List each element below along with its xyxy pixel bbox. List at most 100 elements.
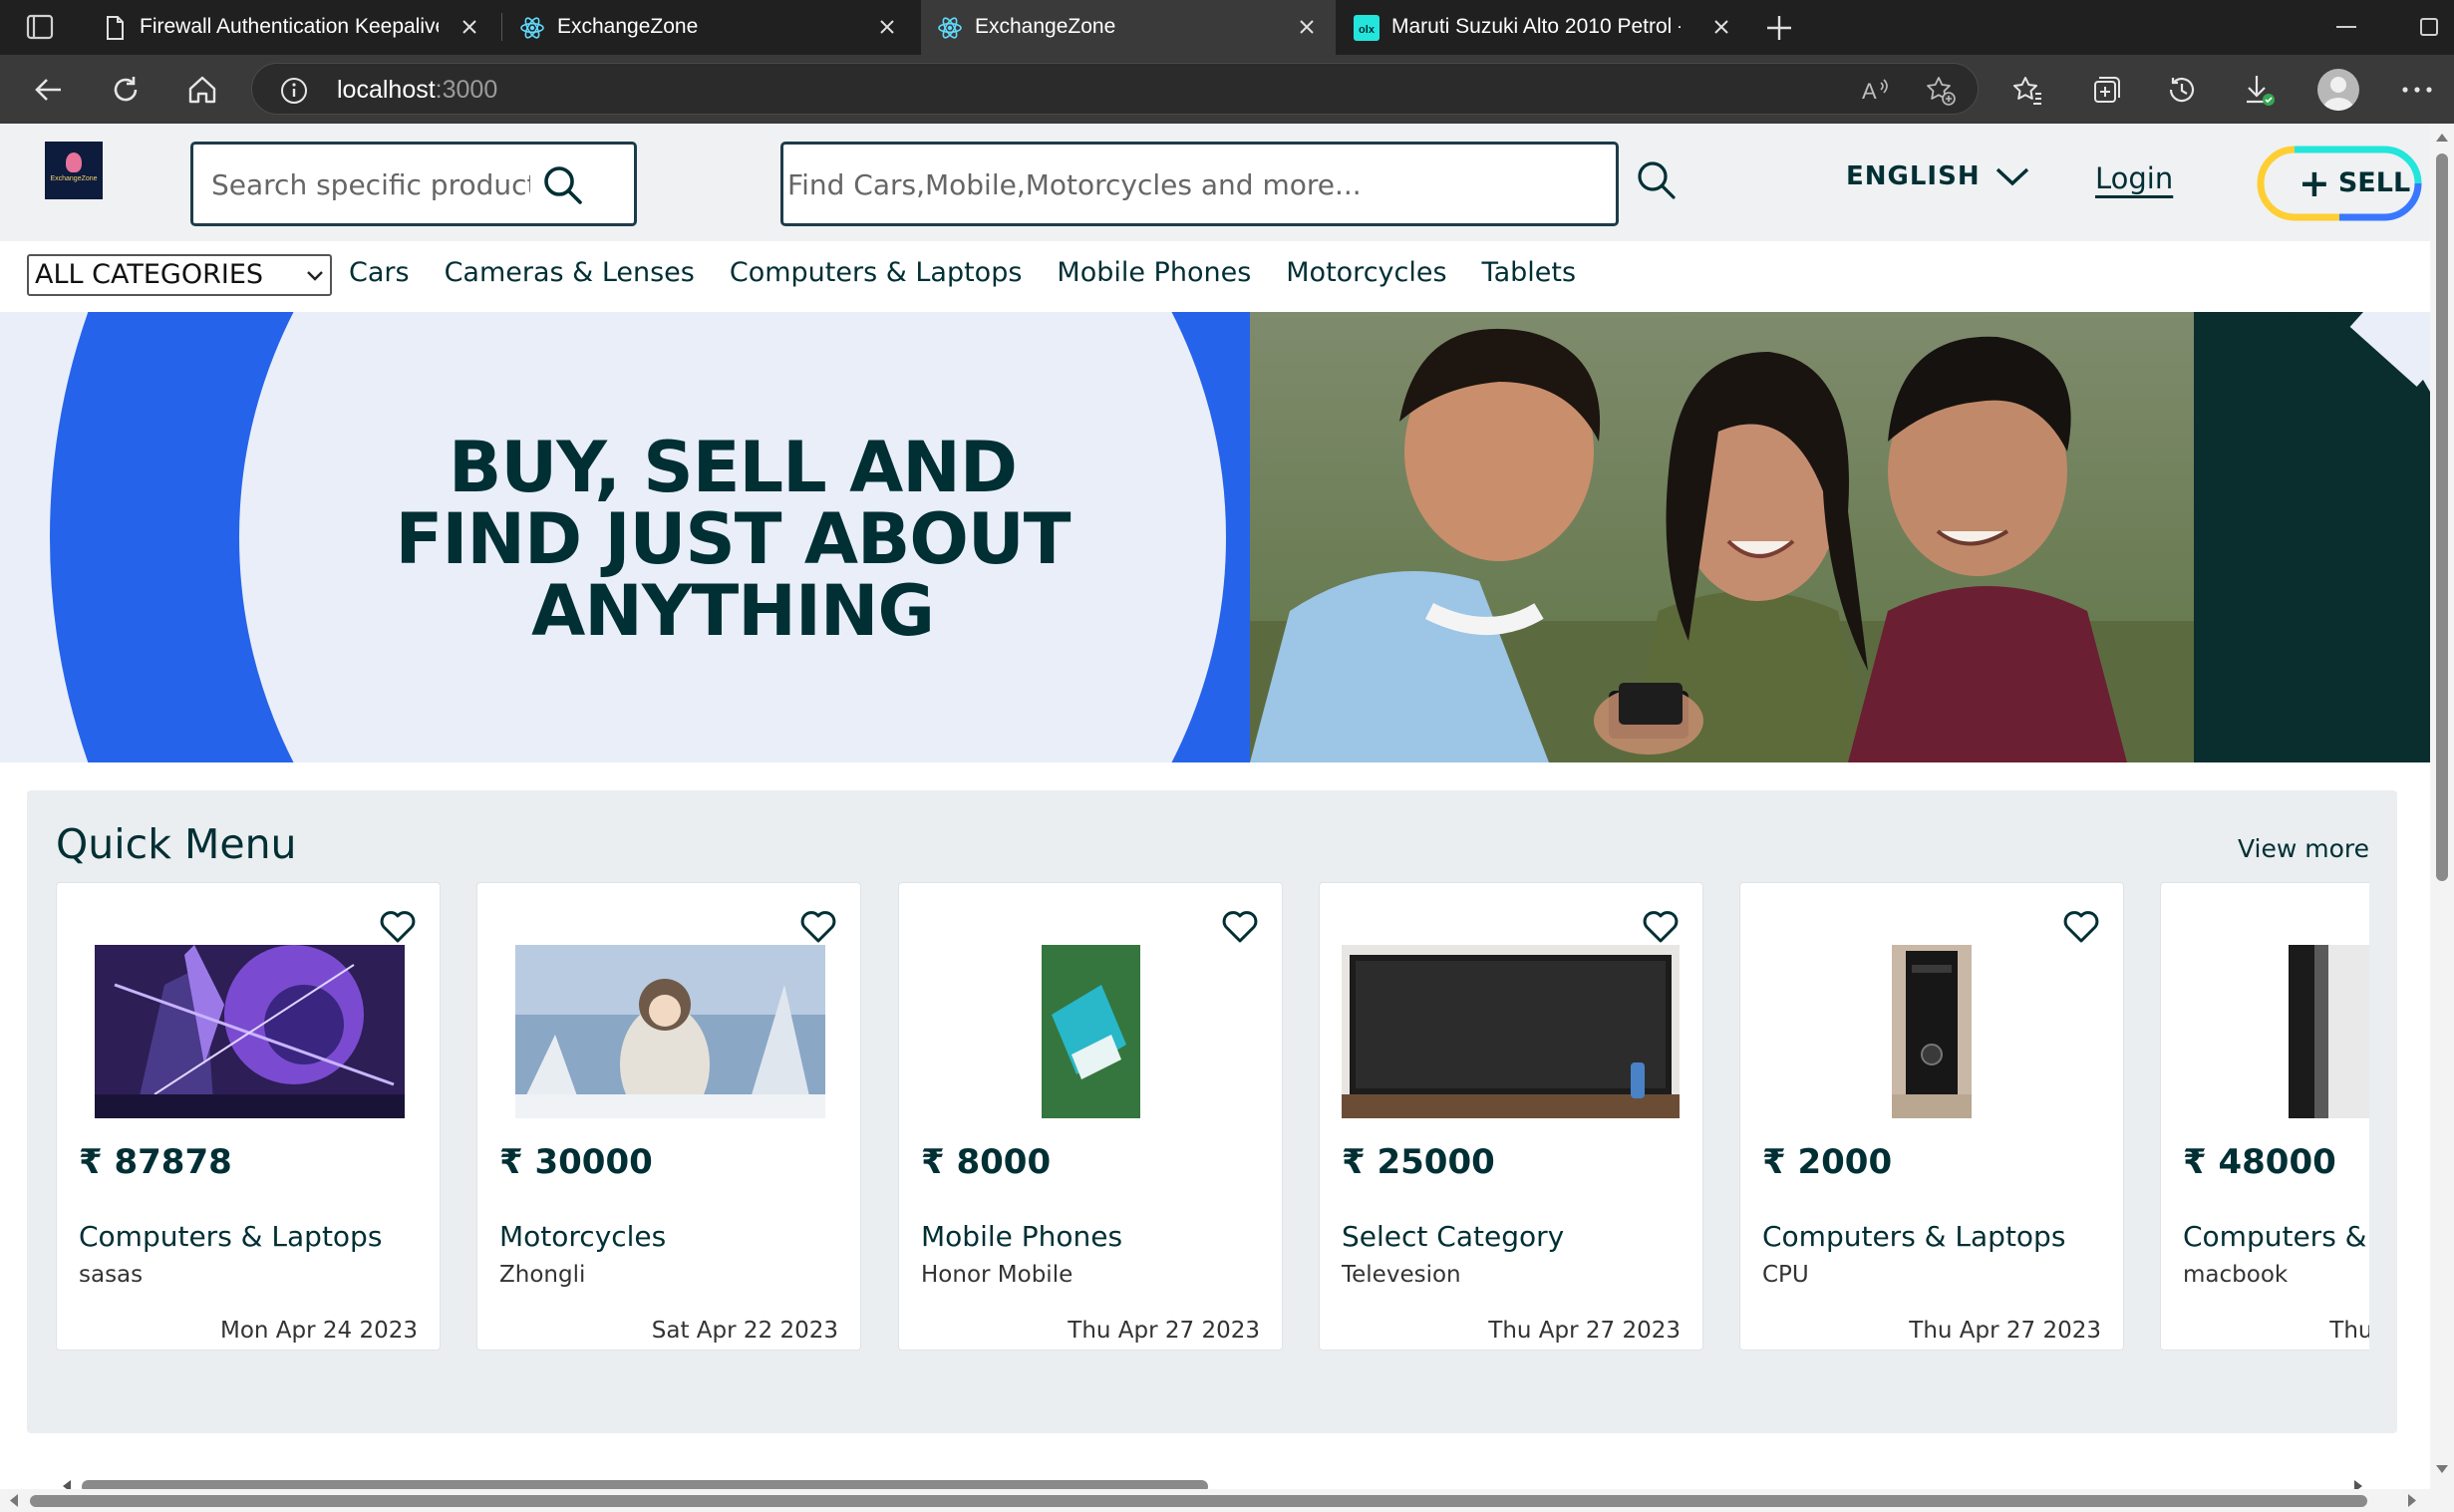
close-tab-icon[interactable]	[874, 14, 900, 40]
chevron-down-icon	[1995, 167, 2028, 186]
close-tab-icon[interactable]	[1294, 14, 1320, 40]
maximize-icon[interactable]	[2420, 18, 2438, 36]
search-icon[interactable]	[1635, 158, 1679, 202]
main-search-input[interactable]	[787, 164, 1605, 204]
browser-toolbar: localhost:3000 A	[0, 55, 2454, 124]
banner-line-3: ANYTHING	[531, 570, 935, 652]
banner-photo	[1250, 312, 2194, 762]
sell-text: SELL	[2337, 167, 2411, 198]
page-horizontal-scrollbar-thumb[interactable]	[30, 1495, 2367, 1507]
carousel-scrollbar[interactable]	[56, 1474, 2369, 1489]
heart-icon[interactable]	[1641, 907, 1681, 947]
banner-line-1: BUY, SELL AND	[449, 427, 1018, 508]
reload-icon[interactable]	[106, 70, 146, 110]
view-more-link[interactable]: View more	[2238, 834, 2369, 863]
tab-exchangezone-1[interactable]: ExchangeZone	[503, 0, 916, 55]
product-date: Thu Apr 27 2023	[1488, 1318, 1681, 1344]
page-vertical-scrollbar[interactable]	[2430, 124, 2454, 1512]
category-link-motorcycles[interactable]: Motorcycles	[1286, 257, 1446, 288]
tab-exchangezone-active[interactable]: ExchangeZone	[921, 0, 1336, 55]
favorites-icon[interactable]	[2007, 70, 2047, 110]
scroll-right-icon[interactable]	[2351, 1474, 2365, 1489]
category-link-tablets[interactable]: Tablets	[1482, 257, 1576, 288]
page-vertical-scrollbar-thumb[interactable]	[2436, 153, 2448, 881]
category-link-computers[interactable]: Computers & Laptops	[730, 257, 1023, 288]
plus-icon: +	[2299, 160, 2330, 205]
product-date: Thu Apr 27 2023	[1068, 1318, 1260, 1344]
tab-olx[interactable]: olx Maruti Suzuki Alto 2010 Petrol -	[1338, 0, 1750, 55]
product-card[interactable]: ₹ 2000 Computers & Laptops CPU Thu Apr 2…	[1739, 882, 2124, 1351]
product-image	[95, 945, 405, 1118]
product-category: Select Category	[1342, 1220, 1565, 1253]
heart-icon[interactable]	[1220, 907, 1260, 947]
minimize-icon[interactable]	[2336, 26, 2356, 28]
page-horizontal-scrollbar[interactable]	[0, 1489, 2430, 1512]
product-search-input[interactable]	[211, 164, 530, 204]
category-link-cars[interactable]: Cars	[349, 257, 410, 288]
tab-actions-icon[interactable]	[22, 12, 60, 42]
quick-menu-section: Quick Menu View more ₹ 87878 Computers &…	[27, 790, 2397, 1489]
scroll-left-icon[interactable]	[4, 1489, 24, 1512]
banner-headline: BUY, SELL AND FIND JUST ABOUT ANYTHING	[299, 432, 1166, 647]
scroll-right-icon[interactable]	[2402, 1489, 2422, 1512]
product-card[interactable]: ₹ 87878 Computers & Laptops sasas Mon Ap…	[56, 882, 441, 1351]
product-date: Thu Apr 27 2023	[1909, 1318, 2101, 1344]
new-tab-icon[interactable]	[1762, 12, 1796, 44]
product-name: Honor Mobile	[921, 1262, 1074, 1288]
scroll-down-icon[interactable]	[2430, 1459, 2454, 1479]
scroll-left-icon[interactable]	[60, 1474, 74, 1489]
site-logo[interactable]: ExchangeZone	[45, 142, 103, 199]
product-card[interactable]: ₹ 48000 Computers & Laptops macbook Thu …	[2160, 882, 2369, 1351]
olx-icon: olx	[1354, 15, 1380, 41]
product-name: macbook	[2183, 1262, 2289, 1288]
logo-text: ExchangeZone	[50, 175, 98, 182]
product-card[interactable]: ₹ 25000 Select Category Televesion Thu A…	[1319, 882, 1703, 1351]
profile-avatar[interactable]	[2317, 69, 2359, 111]
heart-icon[interactable]	[378, 907, 418, 947]
product-image	[515, 945, 825, 1118]
site-info-icon[interactable]	[280, 77, 308, 105]
language-selector[interactable]: ENGLISH	[1846, 161, 2030, 191]
close-tab-icon[interactable]	[457, 14, 482, 40]
product-price: ₹ 30000	[499, 1142, 653, 1182]
heart-icon[interactable]	[798, 907, 838, 947]
search-icon[interactable]	[540, 162, 586, 208]
scroll-up-icon[interactable]	[2430, 128, 2454, 148]
category-select-value: ALL CATEGORIES	[35, 259, 264, 290]
url-text: localhost:3000	[337, 76, 497, 105]
category-select[interactable]: ALL CATEGORIES	[27, 254, 332, 296]
banner-accent-panel	[2194, 312, 2430, 762]
heart-icon[interactable]	[2061, 907, 2101, 947]
product-price: ₹ 25000	[1342, 1142, 1495, 1182]
close-tab-icon[interactable]	[1708, 14, 1734, 40]
back-icon[interactable]	[29, 70, 69, 110]
url-port: :3000	[435, 76, 498, 104]
downloads-icon[interactable]	[2239, 70, 2279, 110]
add-favorite-icon[interactable]	[1925, 75, 1957, 107]
logo-mark	[66, 152, 82, 172]
react-icon	[519, 15, 545, 41]
sell-button[interactable]: + SELL	[2255, 144, 2424, 223]
collections-icon[interactable]	[2085, 70, 2125, 110]
banner-text-panel: BUY, SELL AND FIND JUST ABOUT ANYTHING	[0, 312, 1250, 762]
more-menu-icon[interactable]	[2397, 70, 2437, 110]
hero-banner[interactable]: BUY, SELL AND FIND JUST ABOUT ANYTHING	[0, 312, 2430, 762]
carousel-scrollbar-thumb[interactable]	[82, 1480, 1208, 1489]
url-host: localhost	[337, 76, 436, 104]
product-price: ₹ 8000	[921, 1142, 1052, 1182]
category-link-cameras[interactable]: Cameras & Lenses	[445, 257, 695, 288]
product-name: sasas	[79, 1262, 144, 1288]
read-aloud-icon[interactable]: A	[1859, 75, 1891, 107]
login-link[interactable]: Login	[2095, 161, 2173, 195]
product-category: Computers & Laptops	[79, 1220, 383, 1253]
product-image	[1342, 945, 1680, 1118]
history-icon[interactable]	[2162, 70, 2202, 110]
tab-title: Firewall Authentication Keepalive	[140, 15, 439, 38]
category-link-mobile-phones[interactable]: Mobile Phones	[1057, 257, 1251, 288]
product-card[interactable]: ₹ 8000 Mobile Phones Honor Mobile Thu Ap…	[898, 882, 1283, 1351]
home-icon[interactable]	[182, 70, 222, 110]
tab-firewall[interactable]: Firewall Authentication Keepalive	[86, 0, 498, 55]
product-card[interactable]: ₹ 30000 Motorcycles Zhongli Sat Apr 22 2…	[476, 882, 861, 1351]
react-icon	[937, 15, 963, 41]
address-bar[interactable]: localhost:3000 A	[251, 63, 1979, 115]
